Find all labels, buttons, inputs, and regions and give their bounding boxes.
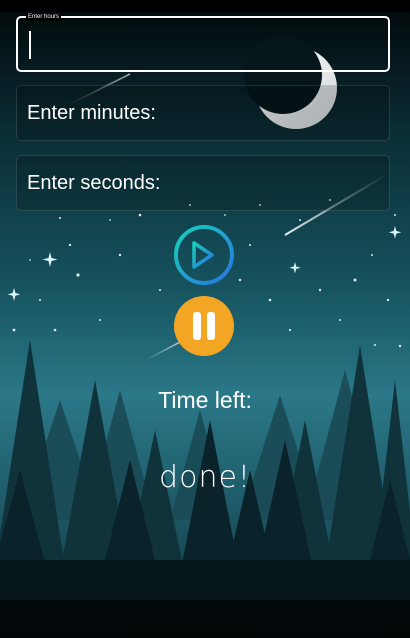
app-screen: Enter hours Enter minutes: Enter seconds… bbox=[0, 0, 410, 638]
pause-button[interactable] bbox=[174, 296, 234, 356]
skip-button[interactable] bbox=[174, 225, 234, 285]
seconds-placeholder: Enter seconds: bbox=[27, 172, 161, 194]
minutes-placeholder: Enter minutes: bbox=[27, 102, 156, 124]
hours-input-label: Enter hours bbox=[26, 13, 62, 21]
time-left-label: Time left: bbox=[158, 387, 252, 413]
hours-input[interactable]: Enter hours bbox=[16, 13, 390, 72]
seconds-input[interactable]: Enter seconds: bbox=[16, 155, 390, 211]
text-cursor bbox=[29, 31, 31, 59]
timer-status: done! bbox=[159, 460, 251, 495]
minutes-input[interactable]: Enter minutes: bbox=[16, 85, 390, 141]
